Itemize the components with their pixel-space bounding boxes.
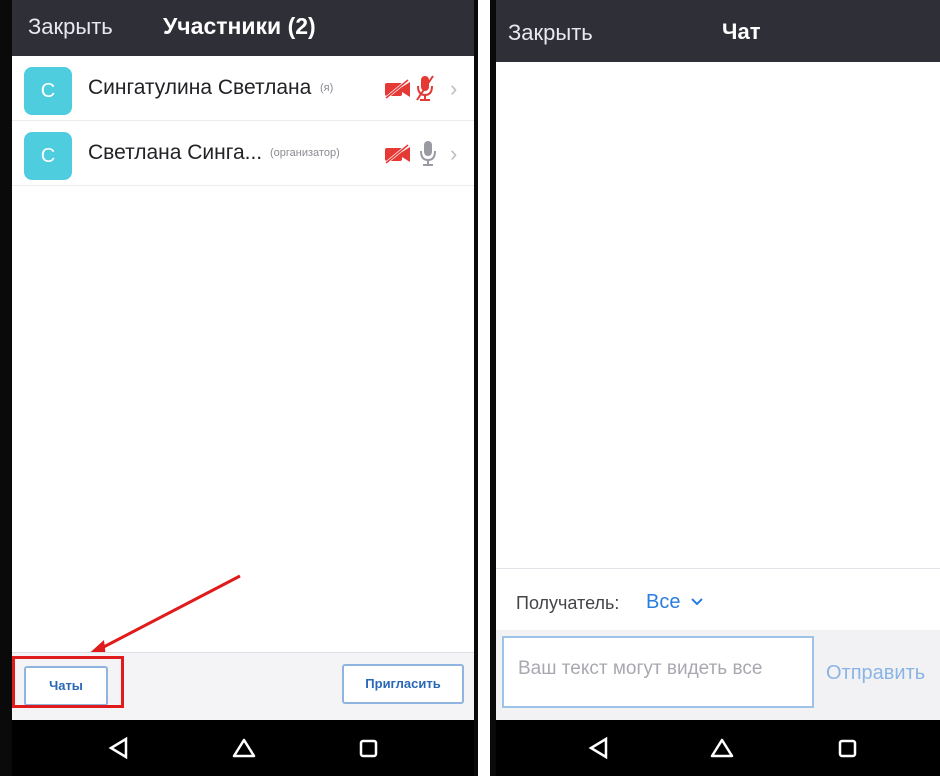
page-title: Чат xyxy=(722,19,761,44)
send-button[interactable]: Отправить xyxy=(826,662,925,685)
back-icon[interactable] xyxy=(586,720,610,776)
chat-screen: Закрыть Чат Получатель: Все Ваш текст мо… xyxy=(490,0,940,776)
android-nav-bar xyxy=(12,720,474,776)
close-button[interactable]: Закрыть xyxy=(508,20,593,46)
recent-apps-icon[interactable] xyxy=(836,720,860,776)
android-nav-bar xyxy=(496,720,940,776)
participants-screen: Закрыть Участники (2) С Сингатулина Свет… xyxy=(0,0,478,776)
chat-header: Закрыть Чат xyxy=(496,0,940,62)
chevron-down-icon[interactable] xyxy=(690,595,704,613)
recipient-selector[interactable]: Получатель: Все xyxy=(496,568,940,631)
back-icon[interactable] xyxy=(106,720,130,776)
chat-messages-area xyxy=(496,62,940,568)
recipient-value[interactable]: Все xyxy=(646,591,680,614)
recipient-label: Получатель: xyxy=(516,593,620,613)
message-placeholder: Ваш текст могут видеть все xyxy=(518,658,763,679)
invite-button[interactable]: Пригласить xyxy=(342,664,464,704)
message-input[interactable]: Ваш текст могут видеть все xyxy=(502,636,814,708)
home-icon[interactable] xyxy=(708,720,736,776)
highlight-box xyxy=(12,656,124,708)
message-compose-bar: Ваш текст могут видеть все Отправить xyxy=(496,630,940,720)
recent-apps-icon[interactable] xyxy=(357,720,381,776)
home-icon[interactable] xyxy=(230,720,258,776)
